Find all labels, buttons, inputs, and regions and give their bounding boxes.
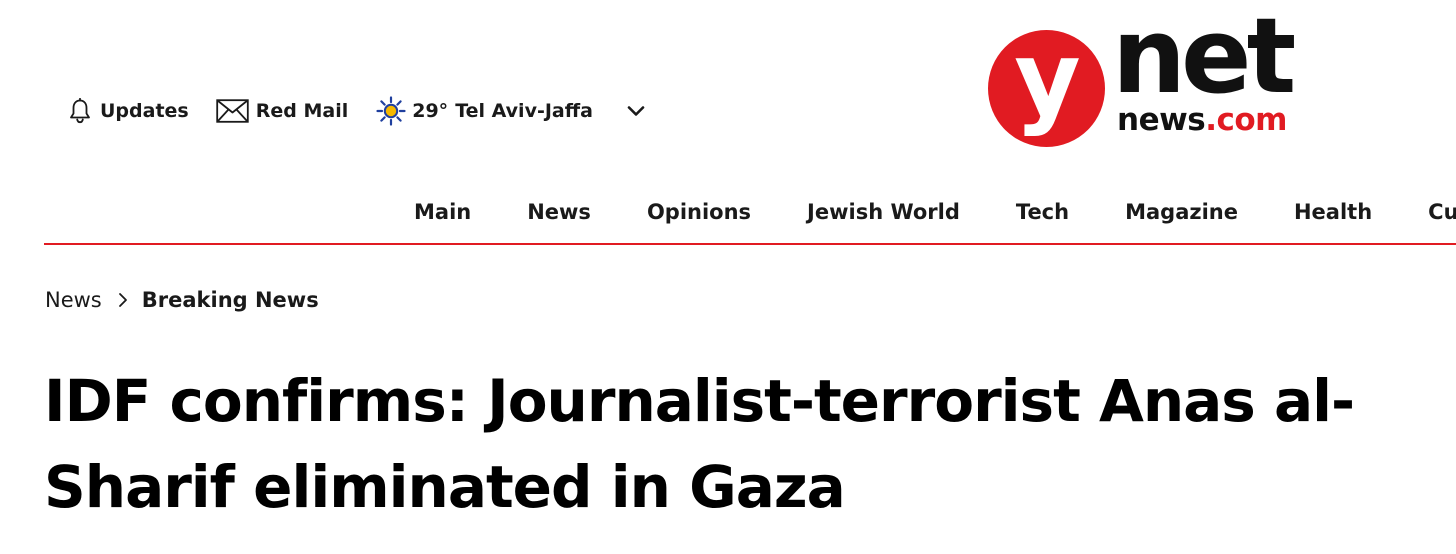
nav-item-culture[interactable]: Cultur [1428, 200, 1456, 224]
weather-widget[interactable]: 29° Tel Aviv-Jaffa [376, 96, 593, 126]
red-mail-label: Red Mail [255, 100, 349, 122]
nav-item-jewish-world[interactable]: Jewish World [807, 200, 960, 224]
ynetnews-page: Updates Red Mail 29° Tel Aviv-Jaffa y ne… [0, 0, 1456, 554]
weather-dropdown-toggle[interactable] [627, 102, 645, 121]
headline-line-1: IDF confirms: Journalist-terrorist Anas … [44, 367, 1355, 435]
utility-bar: Updates Red Mail 29° Tel Aviv-Jaffa [68, 94, 645, 128]
weather-temperature: 29° [412, 100, 449, 122]
nav-item-health[interactable]: Health [1294, 200, 1372, 224]
nav-item-news[interactable]: News [527, 200, 591, 224]
logo-domain-name: news [1117, 102, 1206, 138]
nav-item-magazine[interactable]: Magazine [1125, 200, 1238, 224]
weather-city: Tel Aviv-Jaffa [455, 100, 593, 122]
updates-button[interactable]: Updates [68, 98, 189, 124]
logo-letter: y [1014, 20, 1081, 139]
logo-red-circle: y [988, 20, 1105, 147]
article-headline: IDF confirms: Journalist-terrorist Anas … [44, 358, 1444, 530]
logo-domain: news.com [1117, 103, 1287, 137]
updates-label: Updates [100, 100, 189, 122]
logo-word: net [1112, 0, 1296, 117]
nav-item-tech[interactable]: Tech [1016, 200, 1069, 224]
main-nav: Main News Opinions Jewish World Tech Mag… [414, 194, 1456, 230]
breadcrumb-news-link[interactable]: News [45, 288, 102, 312]
sun-icon [376, 96, 406, 126]
envelope-icon [216, 99, 249, 123]
bell-icon [68, 98, 92, 124]
headline-line-2: Sharif eliminated in Gaza [44, 453, 846, 521]
breadcrumb: News Breaking News [45, 284, 319, 316]
nav-item-main[interactable]: Main [414, 200, 471, 224]
nav-divider [44, 243, 1456, 245]
nav-item-opinions[interactable]: Opinions [647, 200, 751, 224]
ynetnews-logo[interactable]: y net news.com [988, 4, 1296, 147]
chevron-right-icon [118, 292, 128, 308]
chevron-down-icon [627, 102, 645, 121]
red-mail-button[interactable]: Red Mail [216, 99, 349, 123]
logo-domain-tld: .com [1205, 102, 1287, 138]
breadcrumb-breaking-news-link[interactable]: Breaking News [142, 288, 319, 312]
